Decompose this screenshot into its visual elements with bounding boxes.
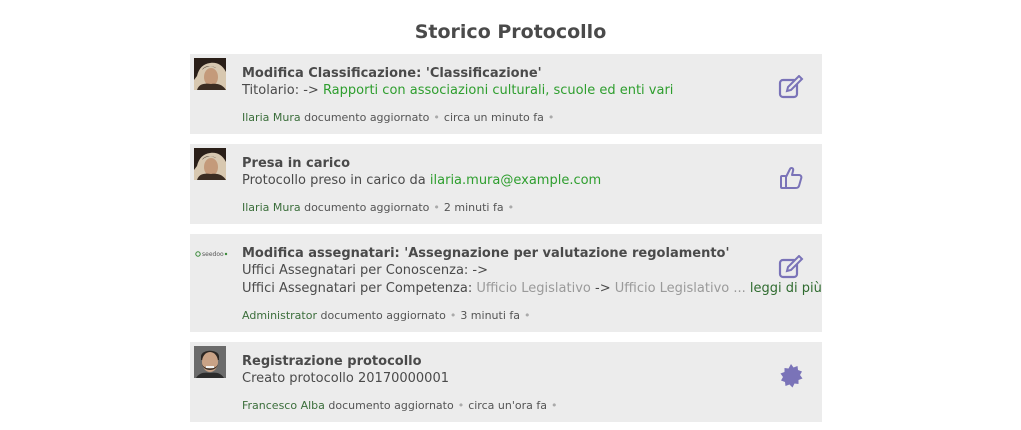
entry-heading: Presa in carico bbox=[242, 156, 351, 171]
history-entry: seedoo Modifica assegnatari: 'Assegnazio… bbox=[190, 234, 822, 332]
entry-meta: Administrator documento aggiornato • 3 min… bbox=[242, 309, 535, 322]
user-link[interactable]: Administrator bbox=[242, 309, 317, 322]
entry-meta: Francesco Alba documento aggiornato • circ… bbox=[242, 399, 561, 412]
time-text: 3 minuti fa bbox=[460, 309, 521, 322]
email-link[interactable]: ilaria.mura@example.com bbox=[430, 173, 601, 188]
action-text: documento aggiornato bbox=[304, 111, 430, 124]
action-text: documento aggiornato bbox=[320, 309, 446, 322]
badge-icon bbox=[778, 363, 804, 389]
separator-dot: • bbox=[449, 309, 457, 322]
separator-dot: • bbox=[547, 111, 555, 124]
entry-detail: Creato protocollo 20170000001 bbox=[242, 371, 449, 386]
avatar[interactable]: seedoo bbox=[194, 238, 228, 270]
user-link[interactable]: Ilaria Mura bbox=[242, 111, 301, 124]
classification-link[interactable]: Rapporti con associazioni culturali, scu… bbox=[323, 83, 673, 98]
entry-heading: Modifica Classificazione: 'Classificazio… bbox=[242, 66, 542, 81]
entry-detail: Uffici Assegnatari per Competenza: Uffic… bbox=[242, 280, 822, 298]
separator-dot: • bbox=[524, 309, 531, 322]
separator-dot: • bbox=[433, 111, 440, 124]
edit-icon bbox=[778, 74, 804, 101]
separator-dot: • bbox=[457, 399, 465, 412]
entry-detail: Uffici Assegnatari per Conoscenza: -> bbox=[242, 262, 802, 280]
avatar[interactable] bbox=[194, 58, 226, 90]
entry-detail: Protocollo preso in carico da ilaria.mur… bbox=[242, 172, 802, 190]
entry-meta: Ilaria Mura documento aggiornato • 2 minut… bbox=[242, 201, 518, 214]
old-office: Ufficio Legislativo bbox=[476, 281, 591, 296]
entry-heading: Modifica assegnatari: 'Assegnazione per … bbox=[242, 246, 730, 261]
thumbs-up-icon bbox=[778, 165, 804, 191]
avatar[interactable] bbox=[194, 346, 226, 378]
seedoo-logo-text: seedoo bbox=[202, 251, 224, 258]
time-text: circa un minuto fa bbox=[443, 111, 544, 124]
separator-dot: • bbox=[550, 399, 558, 412]
user-link[interactable]: Ilaria Mura bbox=[242, 201, 301, 214]
detail-label: Protocollo preso in carico da bbox=[242, 173, 426, 188]
detail-label: Uffici Assegnatari per Competenza: bbox=[242, 281, 473, 296]
entry-meta: Ilaria Mura documento aggiornato • circa u… bbox=[242, 111, 558, 124]
entry-heading: Registrazione protocollo bbox=[242, 354, 422, 369]
action-text: documento aggiornato bbox=[328, 399, 454, 412]
separator-dot: • bbox=[507, 201, 515, 214]
time-text: circa un'ora fa bbox=[468, 399, 547, 412]
history-entry: Modifica Classificazione: 'Classificazio… bbox=[190, 54, 822, 134]
user-link[interactable]: Francesco Alba bbox=[242, 399, 325, 412]
action-text: documento aggiornato bbox=[304, 201, 430, 214]
arrow-text: -> bbox=[595, 281, 611, 296]
history-entry: Presa in carico Protocollo preso in cari… bbox=[190, 144, 822, 224]
new-office: Ufficio Legislativo ... bbox=[614, 281, 746, 296]
time-text: 2 minuti fa bbox=[443, 201, 504, 214]
page-title: Storico Protocollo bbox=[414, 21, 607, 43]
history-entry: Registrazione protocollo Creato protocol… bbox=[190, 342, 822, 422]
separator-dot: • bbox=[433, 201, 440, 214]
detail-label: Titolario: -> bbox=[242, 83, 319, 98]
edit-icon bbox=[778, 254, 804, 281]
detail-label: Uffici Assegnatari per Conoscenza: -> bbox=[242, 263, 489, 278]
entry-detail: Titolario: -> Rapporti con associazioni … bbox=[242, 82, 802, 100]
avatar[interactable] bbox=[194, 148, 226, 180]
read-more-link[interactable]: leggi di più bbox=[750, 281, 822, 296]
